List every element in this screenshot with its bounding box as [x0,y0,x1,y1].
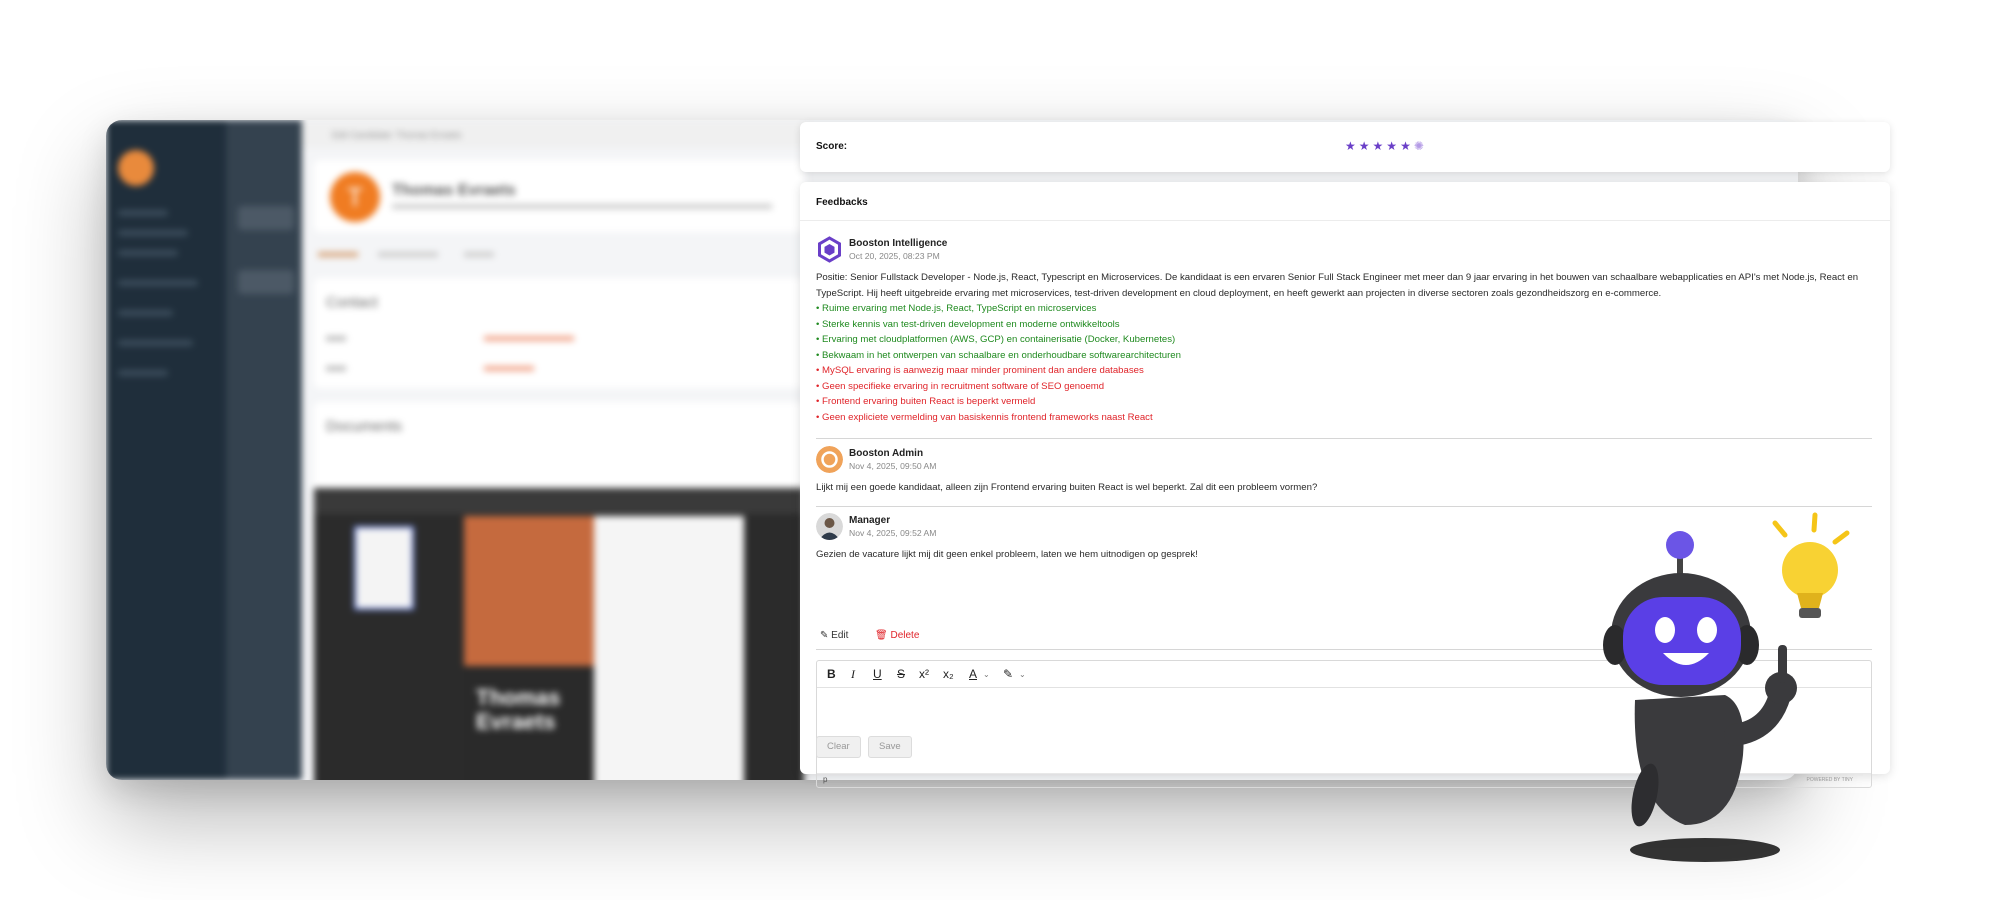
profile-card: T Thomas Evraets [314,160,804,232]
subscript-icon[interactable]: x₂ [943,667,954,681]
booston-intelligence-logo-icon [818,236,841,263]
candidate-name: Thomas Evraets [392,182,516,199]
positive-point: • Ervaring met cloudplatformen (AWS, GCP… [816,334,1176,345]
lightbulb-icon [1772,512,1850,618]
feedback-body: Gezien de vacature lijkt mij dit geen en… [816,549,1198,560]
star-icon[interactable]: ★ [1373,139,1387,153]
page-header: Edit Candidate: Thomas Evraets [302,120,807,148]
pdf-viewer: Thomas Evraets [314,488,804,780]
chevron-down-icon[interactable]: ⌄ [983,670,990,679]
contact-heading: Contact [326,294,378,311]
negative-point: • Frontend ervaring buiten React is bepe… [816,396,1036,407]
star-icon[interactable]: ★ [1359,139,1373,153]
score-stars[interactable]: ★★★★★✺ [1345,139,1427,153]
star-icon[interactable]: ★ [1386,139,1400,153]
positive-point: • Sterke kennis van test-driven developm… [816,318,1120,330]
score-card: Score: ★★★★★✺ [800,122,1890,172]
feedback-author: Manager [849,515,891,526]
highlight-icon[interactable]: ✎ [1003,667,1013,681]
feedback-date: Oct 20, 2025, 08:23 PM [849,251,940,261]
cv-page-right [594,516,744,780]
contact-card: Contact [314,278,804,388]
page-header-title: Edit Candidate: Thomas Evraets [332,130,462,140]
documents-heading: Documents [326,418,402,435]
delete-button[interactable]: 🗑 Delete [875,630,919,641]
clear-button[interactable]: Clear [816,736,861,758]
feedback-date: Nov 4, 2025, 09:52 AM [849,528,937,538]
pdf-thumbnail [354,526,414,610]
underline-icon[interactable]: U [873,667,882,681]
edit-label: Edit [831,630,849,641]
edit-button[interactable]: ✎ Edit [820,630,848,641]
trash-icon: 🗑 [875,630,888,641]
star-icon[interactable]: ★ [1400,139,1414,153]
element-path[interactable]: p [823,775,827,784]
feedback-summary: Positie: Senior Fullstack Developer - No… [816,272,1859,299]
italic-icon[interactable]: I [851,667,855,682]
feedbacks-title: Feedbacks [816,197,868,208]
booston-admin-avatar [816,446,843,473]
strikethrough-icon[interactable]: S [897,667,905,681]
bold-icon[interactable]: B [827,667,836,681]
cv-name-line2: Evraets [476,709,556,734]
candidate-tabs [314,248,804,262]
positive-point: • Bekwaam in het ontwerpen van schaalbar… [816,349,1181,361]
feedback-author: Booston Intelligence [849,238,948,249]
delete-label: Delete [890,630,920,641]
negative-point: • Geen expliciete vermelding van basiske… [816,411,1153,423]
feedback-author: Booston Admin [849,448,924,459]
star-icon[interactable]: ★ [1345,139,1359,153]
score-label: Score: [816,141,848,152]
negative-point: • MySQL ervaring is aanwezig maar minder… [816,365,1144,376]
user-avatar [118,150,154,186]
positive-point: • Ruime ervaring met Node.js, React, Typ… [816,303,1097,314]
main-sidebar [106,120,226,780]
superscript-icon[interactable]: x² [919,667,929,681]
secondary-sidebar [226,120,302,780]
feedback-body: Lijkt mij een goede kandidaat, alleen zi… [816,482,1318,493]
save-button[interactable]: Save [868,736,912,758]
candidate-page: Edit Candidate: Thomas Evraets T Thomas … [302,120,807,780]
chevron-down-icon[interactable]: ⌄ [1019,670,1026,679]
robot-mascot-illustration [1603,512,1850,862]
gear-star-icon[interactable]: ✺ [1414,139,1427,153]
feedback-separator [816,438,1872,439]
candidate-avatar: T [330,172,380,222]
pencil-icon: ✎ [820,630,829,641]
feedback-body: Positie: Senior Fullstack Developer - No… [816,270,1872,425]
cv-name-line1: Thomas [476,685,561,710]
manager-avatar [816,513,843,540]
text-color-icon[interactable]: A [969,667,977,681]
cv-page-left: Thomas Evraets [464,516,594,780]
feedback-date: Nov 4, 2025, 09:50 AM [849,461,937,471]
negative-point: • Geen specifieke ervaring in recruitmen… [816,380,1105,392]
